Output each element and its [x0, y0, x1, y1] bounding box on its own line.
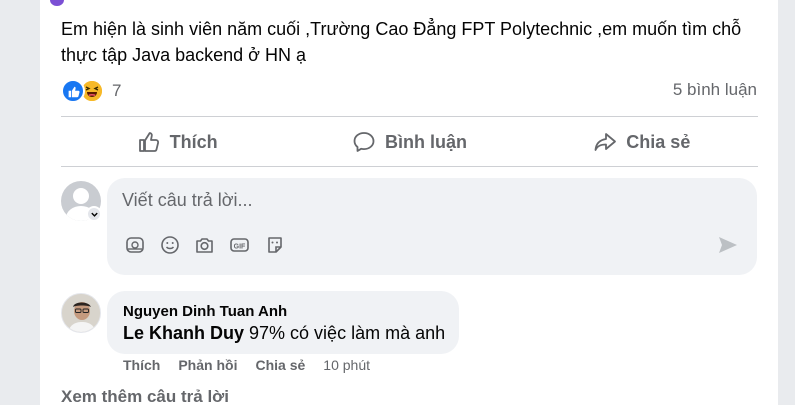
reply-author-avatar[interactable]: [61, 293, 101, 333]
like-button[interactable]: Thích: [61, 118, 293, 166]
comment-icon: [353, 132, 375, 152]
composer-tools: GIF: [124, 234, 285, 255]
divider: [61, 166, 758, 167]
reply-share-button[interactable]: Chia sẻ: [255, 357, 305, 373]
share-label: Chia sẻ: [626, 131, 691, 152]
comment-count[interactable]: 5 bình luận: [673, 80, 757, 100]
reply-input[interactable]: [122, 190, 682, 211]
gif-icon[interactable]: GIF: [229, 234, 250, 255]
reply-reply-button[interactable]: Phản hồi: [178, 357, 237, 373]
sticker-icon[interactable]: [124, 234, 145, 255]
reply-mention[interactable]: Le Khanh Duy: [123, 323, 244, 343]
divider: [61, 116, 758, 117]
camera-icon[interactable]: [194, 234, 215, 255]
send-icon[interactable]: [717, 234, 739, 256]
comment-label: Bình luận: [384, 131, 467, 152]
reply-bubble: Nguyen Dinh Tuan Anh Le Khanh Duy 97% có…: [107, 291, 459, 354]
avatar-sticker-icon[interactable]: [264, 234, 285, 255]
like-label: Thích: [169, 131, 218, 152]
chevron-down-icon[interactable]: [86, 206, 102, 222]
reply-like-button[interactable]: Thích: [123, 357, 160, 373]
reply-composer: GIF: [107, 178, 757, 275]
thumbs-up-icon: [138, 132, 159, 152]
comment-button[interactable]: Bình luận: [293, 118, 525, 166]
reactions-summary[interactable]: 7: [61, 78, 121, 104]
reply-author-name[interactable]: Nguyen Dinh Tuan Anh: [123, 303, 287, 320]
post-actions: Thích Bình luận Chia sẻ: [61, 118, 758, 166]
share-icon: [594, 133, 617, 151]
like-reaction-icon: [61, 79, 85, 103]
share-button[interactable]: Chia sẻ: [526, 118, 758, 166]
reaction-count: 7: [112, 81, 122, 100]
reply-text: Le Khanh Duy 97% có việc làm mà anh: [123, 323, 445, 344]
reply-body: 97% có việc làm mà anh: [244, 323, 446, 343]
more-replies-link[interactable]: Xem thêm câu trả lời: [61, 387, 229, 405]
emoji-icon[interactable]: [159, 234, 180, 255]
post-text: Em hiện là sinh viên năm cuối ,Trường Ca…: [61, 19, 742, 65]
reply-actions: Thích Phản hồi Chia sẻ 10 phút: [123, 357, 370, 373]
reply-timestamp[interactable]: 10 phút: [323, 357, 370, 373]
svg-text:GIF: GIF: [234, 243, 246, 250]
